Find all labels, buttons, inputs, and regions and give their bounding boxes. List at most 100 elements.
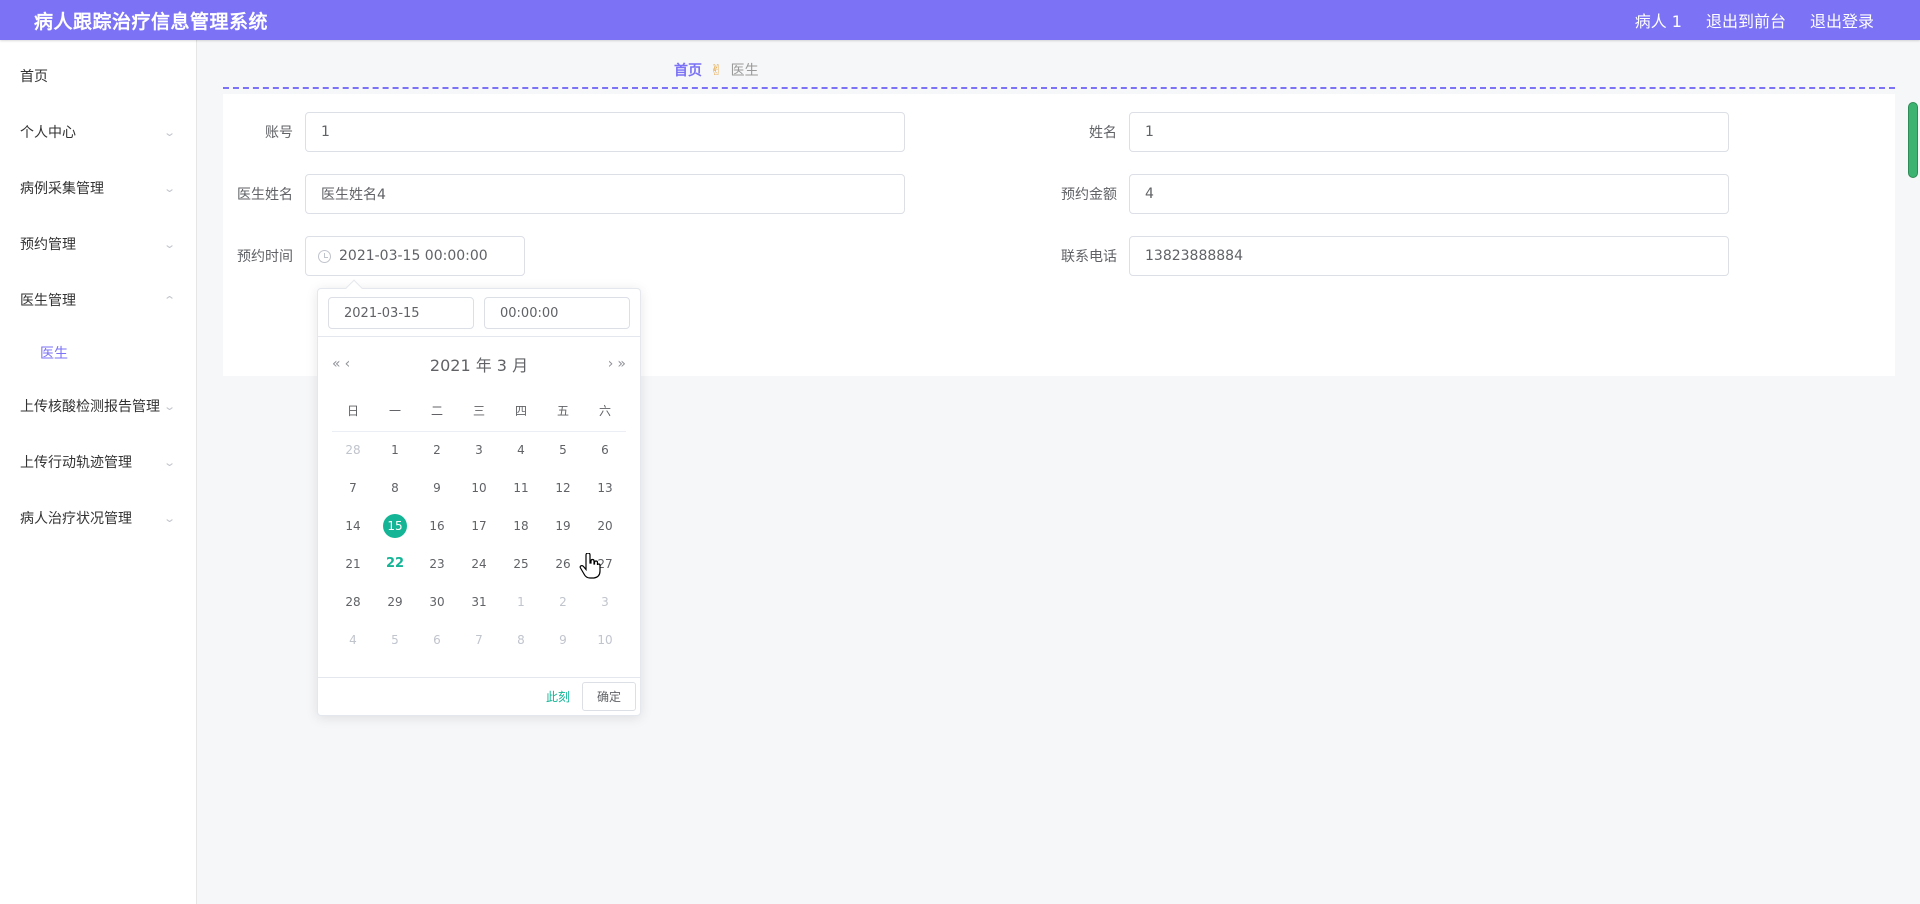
calendar-day[interactable]: 1	[383, 438, 407, 462]
year-month-label[interactable]: 2021 年 3 月	[430, 352, 528, 376]
calendar-day[interactable]: 14	[341, 514, 365, 538]
picker-date-input[interactable]: 2021-03-15	[328, 297, 474, 329]
calendar-day[interactable]: 28	[341, 438, 365, 462]
scrollbar-thumb[interactable]	[1908, 102, 1918, 178]
scrollbar[interactable]	[1908, 102, 1918, 178]
account-input[interactable]: 1	[305, 112, 905, 152]
calendar-day-cell: 7	[458, 621, 500, 659]
calendar-day-cell: 5	[542, 431, 584, 469]
calendar-day[interactable]: 24	[467, 552, 491, 576]
calendar-day-cell: 3	[458, 431, 500, 469]
user-name[interactable]: 病人 1	[1635, 8, 1682, 32]
sidebar-item-personal-center[interactable]: 个人中心 ⌄	[0, 104, 196, 160]
calendar-day[interactable]: 7	[467, 628, 491, 652]
calendar-day[interactable]: 8	[383, 476, 407, 500]
calendar-day[interactable]: 12	[551, 476, 575, 500]
calendar-day[interactable]: 31	[467, 590, 491, 614]
calendar-day[interactable]: 10	[593, 628, 617, 652]
calendar-day-cell: 4	[332, 621, 374, 659]
doctor-name-input[interactable]: 医生姓名4	[305, 174, 905, 214]
calendar-day[interactable]: 15	[383, 514, 407, 538]
calendar-day[interactable]: 13	[593, 476, 617, 500]
sidebar-item-nucleic-report[interactable]: 上传核酸检测报告管理 ⌄	[0, 378, 196, 434]
picker-time-input[interactable]: 00:00:00	[484, 297, 630, 329]
calendar-day[interactable]: 26	[551, 552, 575, 576]
logout-link[interactable]: 退出登录	[1810, 8, 1874, 32]
calendar-day[interactable]: 23	[425, 552, 449, 576]
phone-label: 联系电话	[1061, 249, 1117, 265]
now-button[interactable]: 此刻	[546, 688, 570, 705]
sidebar-item-label: 病例采集管理	[20, 181, 104, 197]
calendar-day[interactable]: 5	[383, 628, 407, 652]
calendar-day[interactable]: 4	[509, 438, 533, 462]
calendar-day[interactable]: 10	[467, 476, 491, 500]
sidebar-item-label: 医生管理	[20, 293, 76, 309]
weekday-header: 日	[332, 391, 374, 432]
calendar-day[interactable]: 30	[425, 590, 449, 614]
calendar-day[interactable]: 19	[551, 514, 575, 538]
exit-to-front-link[interactable]: 退出到前台	[1706, 8, 1786, 32]
calendar-day[interactable]: 2	[551, 590, 575, 614]
amount-input[interactable]: 4	[1129, 174, 1729, 214]
clock-icon	[318, 249, 331, 263]
calendar-day[interactable]: 5	[551, 438, 575, 462]
confirm-button[interactable]: 确定	[581, 682, 636, 711]
calendar-day[interactable]: 20	[593, 514, 617, 538]
calendar-day[interactable]: 18	[509, 514, 533, 538]
appointment-time-input[interactable]: 2021-03-15 00:00:00	[305, 236, 525, 276]
sidebar-item-home[interactable]: 首页	[0, 48, 196, 104]
breadcrumb-home[interactable]: 首页	[674, 60, 702, 80]
calendar-day[interactable]: 3	[467, 438, 491, 462]
calendar-day[interactable]: 4	[341, 628, 365, 652]
chevron-down-icon: ⌄	[162, 237, 176, 251]
calendar-day-cell: 17	[458, 507, 500, 545]
calendar-day[interactable]: 29	[383, 590, 407, 614]
calendar-day[interactable]: 25	[509, 552, 533, 576]
calendar-day[interactable]: 11	[509, 476, 533, 500]
sidebar-item-label: 首页	[20, 69, 48, 85]
calendar-day[interactable]: 3	[593, 590, 617, 614]
calendar-day-cell: 30	[416, 583, 458, 621]
calendar-day[interactable]: 6	[593, 438, 617, 462]
name-input[interactable]: 1	[1129, 112, 1729, 152]
calendar-day[interactable]: 22	[383, 552, 407, 576]
calendar-day[interactable]: 8	[509, 628, 533, 652]
calendar-day[interactable]: 6	[425, 628, 449, 652]
calendar-day[interactable]: 17	[467, 514, 491, 538]
picker-inputs: 2021-03-15 00:00:00	[318, 289, 640, 337]
prev-month-icon[interactable]: ‹	[345, 356, 351, 372]
hand-cursor-icon	[579, 553, 601, 579]
calendar-day-cell: 9	[542, 621, 584, 659]
calendar-day[interactable]: 28	[341, 590, 365, 614]
next-year-icon[interactable]: »	[617, 356, 626, 372]
sidebar-item-treatment-status[interactable]: 病人治疗状况管理 ⌄	[0, 490, 196, 546]
chevron-down-icon: ⌄	[162, 399, 176, 413]
form-row-time: 预约时间 2021-03-15 00:00:00	[223, 236, 525, 276]
calendar-day-cell: 1	[500, 583, 542, 621]
calendar-day[interactable]: 9	[425, 476, 449, 500]
calendar-day[interactable]: 16	[425, 514, 449, 538]
form-row-name: 姓名 1	[1047, 112, 1729, 152]
calendar-week: 7 8 9 10 11 12 13	[332, 469, 626, 507]
calendar-day[interactable]: 21	[341, 552, 365, 576]
calendar-day[interactable]: 1	[509, 590, 533, 614]
prev-year-icon[interactable]: «	[332, 356, 341, 372]
sidebar-item-trajectory[interactable]: 上传行动轨迹管理 ⌄	[0, 434, 196, 490]
phone-input[interactable]: 13823888884	[1129, 236, 1729, 276]
calendar-day[interactable]: 7	[341, 476, 365, 500]
sidebar-item-case-collection[interactable]: 病例采集管理 ⌄	[0, 160, 196, 216]
sidebar-item-label: 上传核酸检测报告管理	[20, 399, 160, 415]
calendar-day-cell: 5	[374, 621, 416, 659]
calendar-header: « ‹ 2021 年 3 月 › »	[318, 337, 640, 391]
calendar-day[interactable]: 2	[425, 438, 449, 462]
sidebar-item-doctor[interactable]: 医生	[0, 328, 196, 378]
calendar-day[interactable]: 9	[551, 628, 575, 652]
divider	[223, 87, 1895, 89]
sidebar-item-doctor-management[interactable]: 医生管理 ⌃	[0, 272, 196, 328]
calendar-week: 28 29 30 31 1 2 3	[332, 583, 626, 621]
account-label: 账号	[265, 125, 293, 141]
sidebar-item-appointment[interactable]: 预约管理 ⌄	[0, 216, 196, 272]
next-month-icon[interactable]: ›	[608, 356, 614, 372]
picker-footer: 此刻 确定	[318, 677, 640, 715]
calendar-day-cell: 21	[332, 545, 374, 583]
